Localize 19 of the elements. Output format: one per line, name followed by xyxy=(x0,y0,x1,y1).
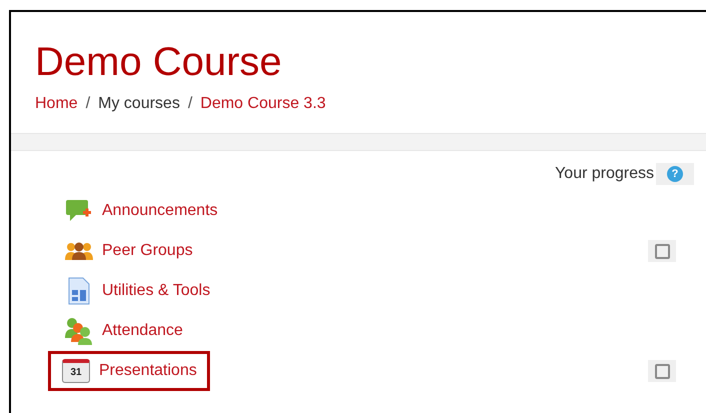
course-title: Demo Course xyxy=(35,40,283,84)
breadcrumb-item: My courses xyxy=(98,94,180,114)
calendar-icon: 31 xyxy=(62,359,90,383)
activity-link[interactable]: Peer Groups xyxy=(102,239,193,263)
progress-label: Your progress xyxy=(554,164,654,184)
activity-link[interactable]: Attendance xyxy=(102,319,183,343)
breadcrumb-separator: / xyxy=(188,94,192,114)
speech-bubble-icon xyxy=(65,199,93,223)
activity-link[interactable]: Presentations xyxy=(99,359,197,383)
completion-checkbox[interactable] xyxy=(654,244,670,258)
document-icon xyxy=(68,277,90,305)
activity-link[interactable]: Utilities & Tools xyxy=(102,279,210,303)
breadcrumb-link[interactable]: Demo Course 3.3 xyxy=(200,94,326,114)
activity-link[interactable]: Announcements xyxy=(102,199,218,223)
breadcrumb-link[interactable]: Home xyxy=(35,94,78,114)
group-icon xyxy=(64,241,94,261)
people-icon xyxy=(64,316,94,346)
breadcrumb-separator: / xyxy=(86,94,90,114)
completion-checkbox[interactable] xyxy=(654,364,670,378)
